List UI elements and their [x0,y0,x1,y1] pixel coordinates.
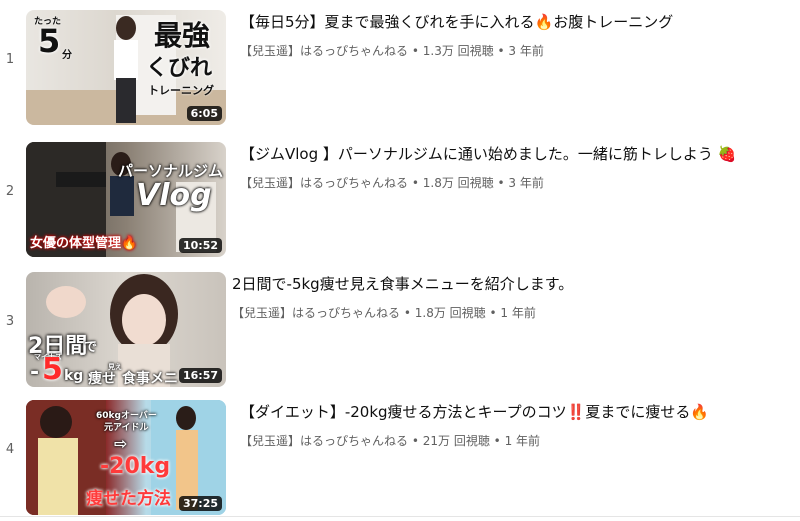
video-meta: 【毎日5分】夏まで最強くびれを手に入れる🔥お腹トレーニング 【兒玉遥】はるっぴち… [240,12,790,59]
video-thumbnail[interactable]: パーソナルジム Vlog 女優の体型管理🔥 10:52 [26,142,226,257]
thumb-text-idol: 元アイドル [104,423,149,433]
thumb-text-minus: - [30,360,40,385]
thumb-text-headline-2: くびれ [146,56,213,81]
upload-age: 3 年前 [508,176,544,190]
separator: • [497,176,505,190]
video-duration: 10:52 [178,238,222,253]
thumb-text-sub: トレーニング [148,84,214,97]
video-title[interactable]: 【毎日5分】夏まで最強くびれを手に入れる🔥お腹トレーニング [240,12,790,32]
video-index: 2 [5,184,15,199]
channel-name[interactable]: 【兒玉遥】はるっぴちゃんねる [232,306,400,320]
separator: • [411,434,419,448]
video-title[interactable]: 【ジムVlog 】パーソナルジムに通い始めました。一緒に筋トレしよう 🍓 [240,144,790,164]
thumb-text-method: 痩せた方法 [86,489,171,509]
thumb-text-number: 5 [38,22,61,60]
view-count: 21万 回視聴 [422,434,490,448]
thumb-text-unit: 分 [62,50,72,61]
video-thumbnail[interactable]: 2日間 で マイナス - 5 kg 痩せ 見え 食事メニ 16:57 [26,272,226,387]
divider [0,516,800,517]
video-subline: 【兒玉遥】はるっぴちゃんねる • 1.8万 回視聴 • 3 年前 [240,174,790,191]
video-index: 3 [5,314,15,329]
thumb-text-menu: 食事メニ [122,371,178,387]
video-thumbnail[interactable]: たった 5 分 最強 くびれ トレーニング 6:05 [26,10,226,125]
video-row-4[interactable]: 4 60kgオーバー 元アイドル ⇨ -20kg 痩せた方法 37:25 【ダイ… [0,390,800,515]
video-row-2[interactable]: 2 パーソナルジム Vlog 女優の体型管理🔥 10:52 【ジムVlog 】パ… [0,132,800,257]
thumb-text-bottom: 女優の体型管理🔥 [30,236,138,251]
video-duration: 6:05 [186,106,222,121]
video-title[interactable]: 【ダイエット】-20kg痩せる方法とキープのコツ‼️夏までに痩せる🔥 [240,402,790,422]
upload-age: 1 年前 [504,434,541,448]
thumb-text-headline: Vlog [136,178,212,213]
video-row-1[interactable]: 1 たった 5 分 最強 くびれ トレーニング 6:05 【毎日5分】夏まで最強… [0,0,800,125]
separator: • [403,306,411,320]
separator: • [411,44,419,58]
video-index: 1 [5,52,15,67]
view-count: 1.8万 回視聴 [414,306,486,320]
thumb-text-kg: kg [64,368,84,384]
video-subline: 【兒玉遥】はるっぴちゃんねる • 1.3万 回視聴 • 3 年前 [240,42,790,59]
channel-name[interactable]: 【兒玉遥】はるっぴちゃんねる [240,44,408,58]
channel-name[interactable]: 【兒玉遥】はるっぴちゃんねる [240,434,408,448]
video-list: 1 たった 5 分 最強 くびれ トレーニング 6:05 【毎日5分】夏まで最強… [0,0,800,521]
channel-name[interactable]: 【兒玉遥】はるっぴちゃんねる [240,176,408,190]
separator: • [411,176,419,190]
video-thumbnail[interactable]: 60kgオーバー 元アイドル ⇨ -20kg 痩せた方法 37:25 [26,400,226,515]
thumb-text-five: 5 [42,352,63,387]
video-index: 4 [5,442,15,457]
view-count: 1.3万 回視聴 [422,44,494,58]
video-row-3[interactable]: 3 2日間 で マイナス - 5 kg 痩せ 見え 食事メニ 16:57 2日間… [0,262,800,387]
video-subline: 【兒玉遥】はるっぴちゃんねる • 21万 回視聴 • 1 年前 [240,432,790,449]
thumb-text-arrow: ⇨ [114,434,128,453]
thumb-text-de: で [84,340,98,355]
upload-age: 1 年前 [500,306,536,320]
video-meta: 【ジムVlog 】パーソナルジムに通い始めました。一緒に筋トレしよう 🍓 【兒玉… [240,144,790,191]
video-meta: 【ダイエット】-20kg痩せる方法とキープのコツ‼️夏までに痩せる🔥 【兒玉遥】… [240,402,790,449]
video-meta: 2日間で-5kg痩せ見え食事メニューを紹介します。 【兒玉遥】はるっぴちゃんねる… [232,274,790,321]
upload-age: 3 年前 [508,44,544,58]
thumb-text-minus20: -20kg [100,454,171,479]
video-duration: 37:25 [178,496,222,511]
video-title[interactable]: 2日間で-5kg痩せ見え食事メニューを紹介します。 [232,274,790,294]
separator: • [497,44,505,58]
thumb-text-mie: 見え [108,363,122,371]
video-subline: 【兒玉遥】はるっぴちゃんねる • 1.8万 回視聴 • 1 年前 [232,304,790,321]
video-duration: 16:57 [178,368,222,383]
view-count: 1.8万 回視聴 [422,176,494,190]
thumb-text-headline: 最強 [154,19,211,52]
separator: • [493,434,501,448]
separator: • [489,306,497,320]
